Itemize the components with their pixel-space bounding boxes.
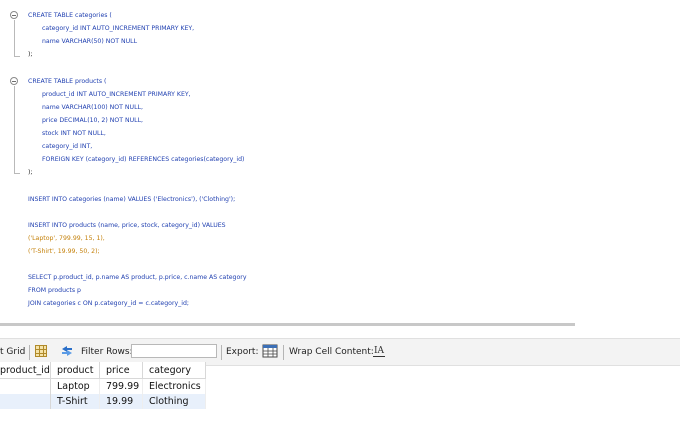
code-line: JOIN categories c ON p.category_id = c.c… — [28, 300, 189, 307]
cell-product[interactable]: T-Shirt — [50, 394, 100, 409]
toolbar-separator — [221, 345, 222, 360]
toolbar-separator — [29, 345, 30, 360]
code-line: category_id INT AUTO_INCREMENT PRIMARY K… — [42, 25, 195, 32]
column-header-price[interactable]: price — [99, 362, 143, 379]
table-row[interactable]: T-Shirt 19.99 Clothing — [0, 394, 206, 409]
fold-guide-end — [14, 173, 20, 174]
fold-guide-end — [14, 56, 20, 57]
table-row[interactable]: Laptop 799.99 Electronics — [0, 378, 206, 394]
cell-category[interactable]: Electronics — [142, 378, 206, 394]
filter-rows-label: Filter Rows: — [81, 347, 133, 357]
export-label: Export: — [226, 347, 259, 357]
wrap-cell-icon[interactable]: IA — [373, 345, 385, 357]
fold-guide — [14, 86, 15, 173]
export-icon[interactable] — [262, 344, 278, 358]
code-line: SELECT p.product_id, p.name AS product, … — [28, 274, 247, 281]
code-line: ('T-Shirt', 19.99, 50, 2); — [28, 248, 100, 255]
cell-product[interactable]: Laptop — [50, 378, 100, 394]
cell-category[interactable]: Clothing — [142, 394, 206, 409]
code-line: CREATE TABLE categories ( — [28, 12, 112, 19]
code-line: name VARCHAR(50) NOT NULL — [42, 38, 138, 45]
cell-price[interactable]: 799.99 — [99, 378, 143, 394]
header-row: product_id product price category — [0, 362, 206, 379]
filter-rows-input[interactable] — [131, 344, 217, 358]
code-line: ('Laptop', 799.99, 15, 1), — [28, 235, 105, 242]
cell-product-id[interactable] — [0, 394, 51, 409]
toolbar-separator — [283, 345, 284, 360]
fold-guide — [14, 20, 15, 56]
code-line: product_id INT AUTO_INCREMENT PRIMARY KE… — [42, 91, 191, 98]
fold-toggle-icon[interactable] — [10, 77, 18, 85]
cell-price[interactable]: 19.99 — [99, 394, 143, 409]
code-line: category_id INT, — [42, 143, 93, 150]
refresh-icon[interactable] — [60, 344, 74, 358]
code-line: CREATE TABLE products ( — [28, 78, 107, 85]
code-line: name VARCHAR(100) NOT NULL, — [42, 104, 143, 111]
code-line: INSERT INTO products (name, price, stock… — [28, 222, 226, 229]
column-header-product[interactable]: product — [50, 362, 100, 379]
code-line: ); — [28, 169, 33, 176]
result-grid-label: t Grid — [0, 347, 26, 357]
fold-toggle-icon[interactable] — [10, 11, 18, 19]
code-line: FOREIGN KEY (category_id) REFERENCES cat… — [42, 156, 245, 163]
cell-product-id[interactable] — [0, 378, 51, 394]
column-header-product-id[interactable]: product_id — [0, 362, 51, 379]
code-line: stock INT NOT NULL, — [42, 130, 106, 137]
code-line: price DECIMAL(10, 2) NOT NULL, — [42, 117, 144, 124]
result-grid: product_id product price category Laptop… — [0, 362, 206, 409]
column-header-category[interactable]: category — [142, 362, 206, 379]
code-line: ); — [28, 51, 33, 58]
grid-icon[interactable] — [35, 345, 47, 357]
sql-editor[interactable]: CREATE TABLE categories ( category_id IN… — [0, 0, 680, 320]
code-line: FROM products p — [28, 287, 81, 294]
code-line: INSERT INTO categories (name) VALUES ('E… — [28, 196, 236, 203]
wrap-cell-content-label: Wrap Cell Content: — [289, 347, 374, 357]
panel-splitter[interactable] — [0, 323, 575, 326]
